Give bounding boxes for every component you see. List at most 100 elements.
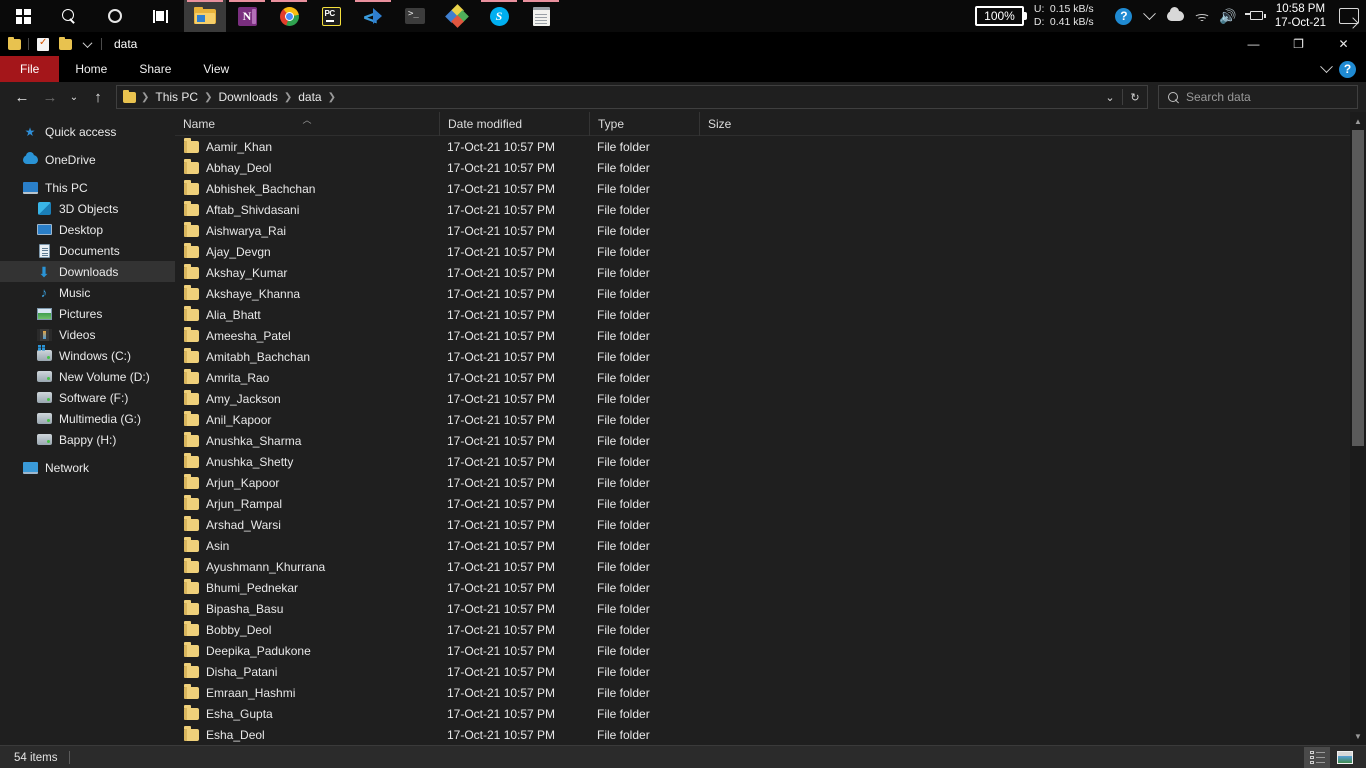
start-button[interactable] <box>0 0 46 32</box>
sidebar-item-bappy-h[interactable]: Bappy (H:) <box>0 429 175 450</box>
sidebar-item-new-volume-d[interactable]: New Volume (D:) <box>0 366 175 387</box>
sidebar-item-3d-objects[interactable]: 3D Objects <box>0 198 175 219</box>
new-folder-button[interactable] <box>55 34 75 54</box>
table-row[interactable]: Arjun_Kapoor 17-Oct-21 10:57 PM File folde… <box>175 472 1366 493</box>
column-header-size[interactable]: Size <box>699 112 784 136</box>
battery-percent-badge[interactable]: 100% <box>975 6 1027 26</box>
up-button[interactable]: ↑ <box>84 83 112 111</box>
address-dropdown-button[interactable]: ⌄ <box>1098 86 1122 108</box>
details-view-button[interactable] <box>1304 746 1330 768</box>
table-row[interactable]: Esha_Gupta 17-Oct-21 10:57 PM File folder <box>175 703 1366 724</box>
tab-view[interactable]: View <box>187 56 245 82</box>
column-header-type[interactable]: Type <box>589 112 699 136</box>
sidebar-item-multimedia-g[interactable]: Multimedia (G:) <box>0 408 175 429</box>
breadcrumb-data[interactable]: data <box>293 90 326 104</box>
action-center-button[interactable] <box>1334 0 1360 32</box>
sidebar-item-pictures[interactable]: Pictures <box>0 303 175 324</box>
search-box[interactable]: Search data <box>1158 85 1358 109</box>
breadcrumb-this-pc[interactable]: This PC <box>150 90 203 104</box>
address-bar[interactable]: ❯ This PC ❯ Downloads ❯ data ❯ ⌄ ↻ <box>116 85 1148 109</box>
taskbar-app-terminal[interactable] <box>394 0 436 32</box>
column-header-name[interactable]: ︿ Name <box>175 112 439 136</box>
scroll-up-button[interactable]: ▲ <box>1350 112 1366 130</box>
refresh-button[interactable]: ↻ <box>1123 86 1147 108</box>
table-row[interactable]: Ajay_Devgn 17-Oct-21 10:57 PM File folder <box>175 241 1366 262</box>
table-row[interactable]: Emraan_Hashmi 17-Oct-21 10:57 PM File fold… <box>175 682 1366 703</box>
tab-share[interactable]: Share <box>123 56 187 82</box>
table-row[interactable]: Akshay_Kumar 17-Oct-21 10:57 PM File folde… <box>175 262 1366 283</box>
volume-tray-button[interactable]: 🔊 <box>1215 0 1241 32</box>
taskbar-app-colorpicker[interactable] <box>436 0 478 32</box>
sidebar-item-this-pc[interactable]: This PC <box>0 177 175 198</box>
breadcrumb-downloads[interactable]: Downloads <box>213 90 282 104</box>
tab-home[interactable]: Home <box>59 56 123 82</box>
table-row[interactable]: Anushka_Sharma 17-Oct-21 10:57 PM File fol… <box>175 430 1366 451</box>
tab-file[interactable]: File <box>0 56 60 82</box>
sidebar-item-desktop[interactable]: Desktop <box>0 219 175 240</box>
customize-quick-access-button[interactable] <box>77 34 97 54</box>
close-button[interactable]: ✕ <box>1321 32 1366 56</box>
taskbar-app-pycharm[interactable]: PC <box>310 0 352 32</box>
table-row[interactable]: Aishwarya_Rai 17-Oct-21 10:57 PM File fold… <box>175 220 1366 241</box>
taskbar-app-skype[interactable]: S <box>478 0 520 32</box>
taskbar-app-chrome[interactable] <box>268 0 310 32</box>
sidebar-item-software-f[interactable]: Software (F:) <box>0 387 175 408</box>
minimize-button[interactable]: — <box>1231 32 1276 56</box>
large-icons-view-button[interactable] <box>1332 747 1358 768</box>
wifi-tray-button[interactable] <box>1189 0 1215 32</box>
task-view-button[interactable] <box>138 0 184 32</box>
table-row[interactable]: Anil_Kapoor 17-Oct-21 10:57 PM File folder <box>175 409 1366 430</box>
quick-access-folder-button[interactable] <box>4 34 24 54</box>
sidebar-item-music[interactable]: ♪ Music <box>0 282 175 303</box>
sidebar-item-videos[interactable]: Videos <box>0 324 175 345</box>
table-row[interactable]: Bipasha_Basu 17-Oct-21 10:57 PM File folde… <box>175 598 1366 619</box>
sidebar-item-onedrive[interactable]: OneDrive <box>0 149 175 170</box>
table-row[interactable]: Amitabh_Bachchan 17-Oct-21 10:57 PM File f… <box>175 346 1366 367</box>
onedrive-tray-button[interactable] <box>1163 0 1189 32</box>
table-row[interactable]: Abhishek_Bachchan 17-Oct-21 10:57 PM File … <box>175 178 1366 199</box>
table-row[interactable]: Abhay_Deol 17-Oct-21 10:57 PM File folder <box>175 157 1366 178</box>
table-row[interactable]: Deepika_Padukone 17-Oct-21 10:57 PM File f… <box>175 640 1366 661</box>
battery-tray-button[interactable] <box>1241 0 1267 32</box>
table-row[interactable]: Akshaye_Khanna 17-Oct-21 10:57 PM File fol… <box>175 283 1366 304</box>
scroll-down-button[interactable]: ▼ <box>1350 727 1366 745</box>
properties-button[interactable] <box>33 34 53 54</box>
show-hidden-icons-button[interactable] <box>1137 0 1163 32</box>
table-row[interactable]: Anushka_Shetty 17-Oct-21 10:57 PM File fol… <box>175 451 1366 472</box>
sidebar-item-quick-access[interactable]: ★ Quick access <box>0 121 175 142</box>
search-button[interactable] <box>46 0 92 32</box>
taskbar-app-file-explorer[interactable] <box>184 0 226 32</box>
scrollbar-thumb[interactable] <box>1352 130 1364 447</box>
forward-button[interactable]: → <box>36 83 64 111</box>
table-row[interactable]: Disha_Patani 17-Oct-21 10:57 PM File folde… <box>175 661 1366 682</box>
vertical-scrollbar[interactable]: ▲ ▼ <box>1350 112 1366 745</box>
table-row[interactable]: Alia_Bhatt 17-Oct-21 10:57 PM File folder <box>175 304 1366 325</box>
scrollbar-track[interactable] <box>1350 130 1366 727</box>
column-header-date-modified[interactable]: Date modified <box>439 112 589 136</box>
table-row[interactable]: Ameesha_Patel 17-Oct-21 10:57 PM File fold… <box>175 325 1366 346</box>
taskbar-app-vscode[interactable] <box>352 0 394 32</box>
table-row[interactable]: Arjun_Rampal 17-Oct-21 10:57 PM File folde… <box>175 493 1366 514</box>
cortana-button[interactable] <box>92 0 138 32</box>
sidebar-item-network[interactable]: Network <box>0 457 175 478</box>
table-row[interactable]: Aftab_Shivdasani 17-Oct-21 10:57 PM File f… <box>175 199 1366 220</box>
sidebar-item-windows-c[interactable]: Windows (C:) <box>0 345 175 366</box>
table-row[interactable]: Bhumi_Pednekar 17-Oct-21 10:57 PM File fol… <box>175 577 1366 598</box>
table-row[interactable]: Amy_Jackson 17-Oct-21 10:57 PM File folder <box>175 388 1366 409</box>
table-row[interactable]: Amrita_Rao 17-Oct-21 10:57 PM File folder <box>175 367 1366 388</box>
network-speed-meter[interactable]: U: 0.15 kB/s D: 0.41 kB/s <box>1034 3 1102 29</box>
taskbar-app-notepad[interactable] <box>520 0 562 32</box>
search-input[interactable]: Search data <box>1186 90 1251 104</box>
taskbar-app-onenote[interactable]: N <box>226 0 268 32</box>
table-row[interactable]: Arshad_Warsi 17-Oct-21 10:57 PM File folde… <box>175 514 1366 535</box>
sidebar-item-downloads[interactable]: ⬇ Downloads <box>0 261 175 282</box>
expand-ribbon-chevron-icon[interactable] <box>1320 59 1333 73</box>
table-row[interactable]: Esha_Deol 17-Oct-21 10:57 PM File folder <box>175 724 1366 745</box>
help-tray-button[interactable]: ? <box>1111 0 1137 32</box>
recent-locations-button[interactable]: ⌄ <box>64 83 84 111</box>
table-row[interactable]: Asin 17-Oct-21 10:57 PM File folder <box>175 535 1366 556</box>
clock[interactable]: 10:58 PM 17-Oct-21 <box>1267 2 1334 30</box>
sidebar-item-documents[interactable]: Documents <box>0 240 175 261</box>
back-button[interactable]: ← <box>8 83 36 111</box>
table-row[interactable]: Bobby_Deol 17-Oct-21 10:57 PM File folder <box>175 619 1366 640</box>
